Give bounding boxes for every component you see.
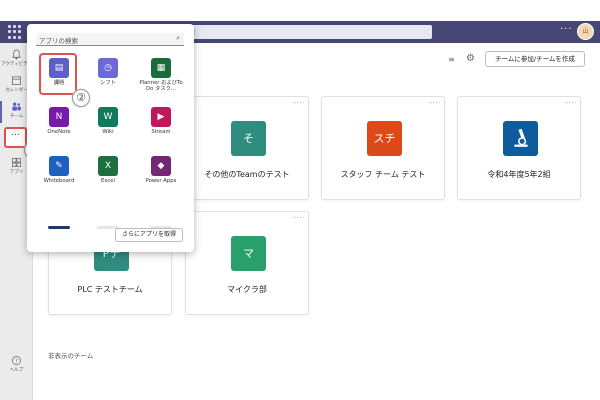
assignments-highlight: [39, 53, 77, 95]
team-tile: スチ: [367, 121, 402, 156]
card-more-icon[interactable]: ···: [293, 99, 303, 107]
card-more-icon[interactable]: ···: [565, 99, 575, 107]
more-options-icon[interactable]: ···: [560, 24, 573, 35]
join-or-create-team-button[interactable]: チームに参加/チームを作成: [485, 51, 585, 67]
team-tile: マ: [231, 236, 266, 271]
join-or-create-team-label: チームに参加/チームを作成: [495, 55, 575, 63]
app-label: Excel: [100, 178, 116, 184]
shifts-icon: ◷: [98, 58, 118, 78]
apps-icon: [12, 158, 21, 167]
app-stream[interactable]: ▶ Stream: [135, 103, 187, 145]
powerapps-icon: ◆: [151, 156, 171, 176]
help-icon: ?: [12, 356, 21, 365]
app-label: OneNote: [47, 129, 71, 135]
team-card[interactable]: ··· 令和4年度5年2組: [457, 96, 581, 200]
wiki-icon: W: [98, 107, 118, 127]
app-label: Wiki: [102, 129, 114, 135]
search-icon: ⌕: [176, 34, 180, 42]
planner-icon: ▦: [151, 58, 171, 78]
card-more-icon[interactable]: ···: [293, 214, 303, 222]
app-excel[interactable]: X Excel: [86, 152, 130, 194]
bell-icon: [11, 49, 22, 60]
app-shifts[interactable]: ◷ シフト: [86, 54, 130, 96]
more-apps-button[interactable]: ···: [4, 127, 27, 148]
avatar[interactable]: 山: [577, 23, 594, 40]
gear-icon[interactable]: ⚙: [466, 53, 475, 64]
team-card[interactable]: ··· スチ スタッフ チーム テスト: [321, 96, 445, 200]
svg-text:?: ?: [15, 359, 18, 365]
rail-item-help[interactable]: ? ヘルプ: [0, 353, 33, 379]
teams-window: 検 ··· 山 アクティビティ カレンダー チーム アプリ ? ヘルプ ··· …: [0, 0, 600, 400]
team-name: スタッフ チーム テスト: [340, 170, 426, 179]
app-wiki[interactable]: W Wiki: [86, 103, 130, 145]
rail-item-label: ヘルプ: [9, 368, 24, 373]
stream-icon: ▶: [151, 107, 171, 127]
app-label: シフト: [100, 80, 116, 86]
app-whiteboard[interactable]: ✎ Whiteboard: [37, 152, 81, 194]
app-label: Whiteboard: [43, 178, 75, 184]
app-launcher-icon[interactable]: [8, 25, 22, 39]
team-name: 令和4年度5年2組: [487, 170, 551, 179]
team-tile: そ: [231, 121, 266, 156]
whiteboard-icon: ✎: [49, 156, 69, 176]
onenote-icon: N: [49, 107, 69, 127]
app-search-placeholder: アプリの検索: [39, 37, 78, 45]
hidden-teams-link[interactable]: 非表示のチーム: [48, 350, 93, 360]
app-search-input[interactable]: アプリの検索 ⌕: [36, 33, 184, 46]
app-planner[interactable]: ▦ Planner およびTo Do タスク...: [135, 54, 187, 96]
team-name: マイクラ部: [227, 285, 267, 294]
team-name: その他のTeamのテスト: [204, 170, 290, 179]
card-more-icon[interactable]: ···: [429, 99, 439, 107]
team-card[interactable]: ··· マ マイクラ部: [185, 211, 309, 315]
microscope-icon: [503, 121, 538, 156]
get-more-apps-label: さらにアプリを取得: [121, 231, 176, 238]
app-label: Planner およびTo Do タスク...: [139, 80, 183, 92]
partial-app-icon: [48, 226, 70, 229]
app-label: Stream: [151, 129, 171, 135]
teams-icon: [12, 102, 21, 111]
filter-icon[interactable]: ≡: [448, 55, 455, 64]
team-name: PLC テストチーム: [77, 285, 143, 294]
calendar-icon: [12, 76, 21, 85]
search-input[interactable]: 検: [180, 25, 432, 39]
app-label: Power Apps: [145, 178, 177, 184]
excel-icon: X: [98, 156, 118, 176]
get-more-apps-button[interactable]: さらにアプリを取得: [115, 228, 183, 242]
step-2-callout: ②: [72, 89, 90, 107]
app-onenote[interactable]: N OneNote: [37, 103, 81, 145]
app-powerapps[interactable]: ◆ Power Apps: [135, 152, 187, 194]
team-card[interactable]: ··· そ その他のTeamのテスト: [185, 96, 309, 200]
